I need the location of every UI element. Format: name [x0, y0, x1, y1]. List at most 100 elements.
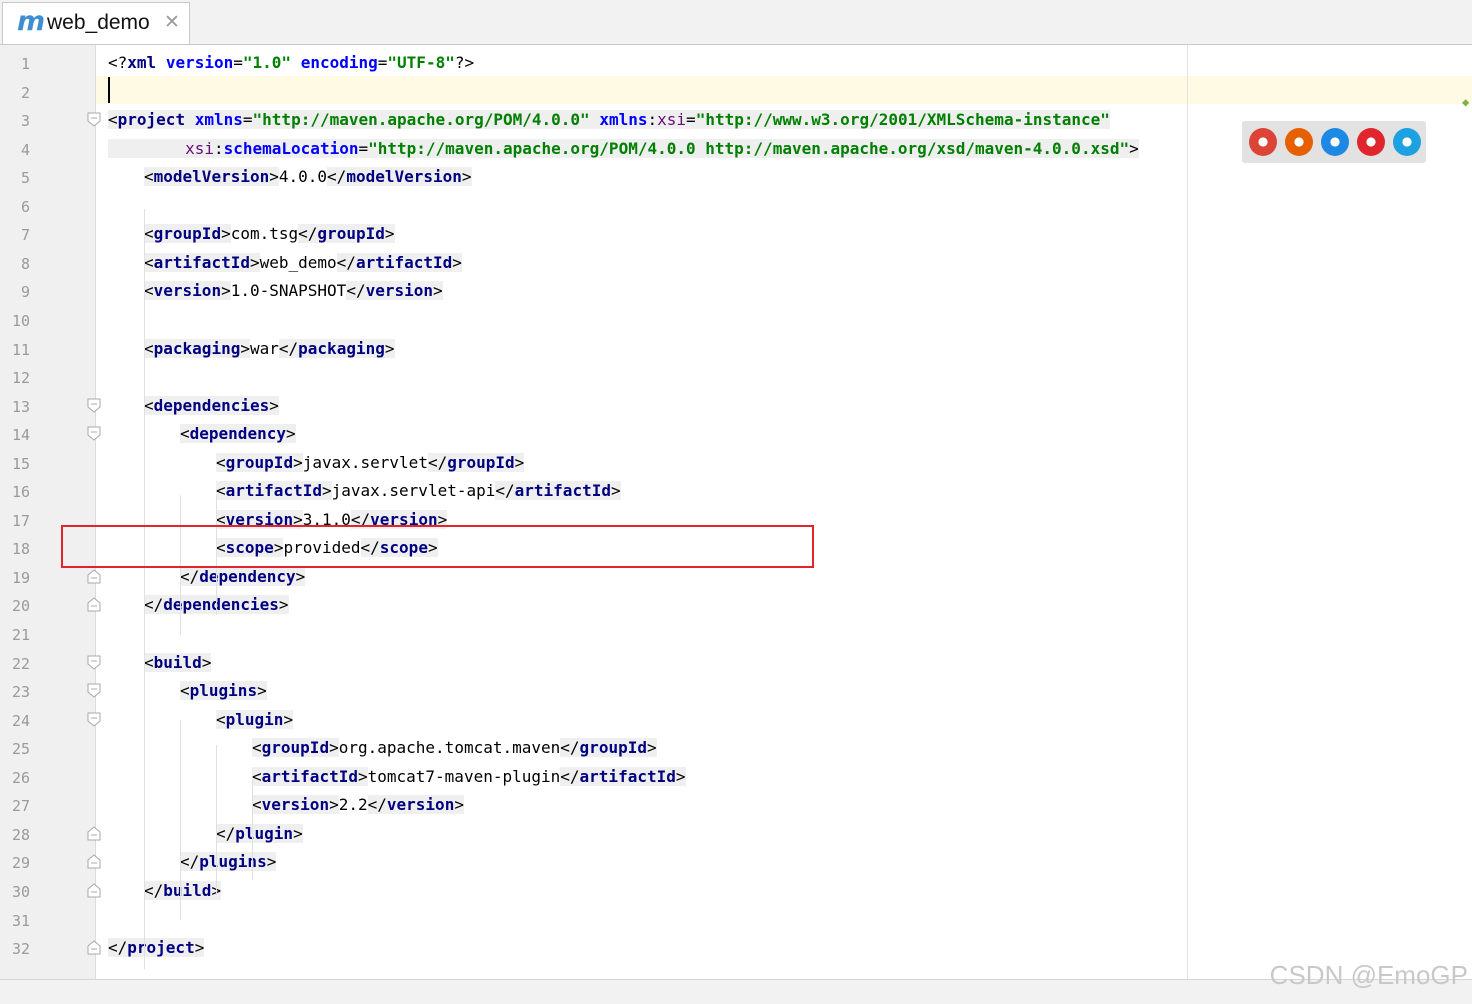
fold-collapse-icon[interactable]: [87, 655, 101, 670]
line-number: 2: [20, 83, 30, 102]
chrome-icon[interactable]: [1249, 128, 1277, 156]
browser-preview-bar: [1242, 121, 1426, 163]
code-line[interactable]: 20 </dependencies>: [0, 591, 1472, 619]
opera-icon[interactable]: [1357, 128, 1385, 156]
code-line[interactable]: 32 </project>: [0, 934, 1472, 962]
open-tag: <plugin>: [216, 709, 294, 729]
fold-collapse-icon[interactable]: [87, 683, 101, 698]
line-number: 29: [11, 854, 30, 873]
fold-end-icon[interactable]: [87, 826, 101, 841]
open-tag: <artifactId>: [252, 766, 368, 786]
close-tag: </modelVersion>: [327, 167, 472, 187]
fold-collapse-icon[interactable]: [87, 426, 101, 441]
watermark: CSDN @EmoGP: [1269, 960, 1468, 990]
code-line[interactable]: 9 <version>1.0-SNAPSHOT</version>: [0, 277, 1472, 305]
line-number: 22: [11, 654, 30, 673]
element-value: tomcat7-maven-plugin: [367, 766, 561, 786]
line-number: 10: [11, 311, 30, 330]
open-tag: <groupId>: [216, 452, 303, 472]
code-line[interactable]: 12: [0, 363, 1472, 391]
fold-end-icon[interactable]: [87, 569, 101, 584]
close-tag: </version>: [367, 795, 464, 815]
safari-icon[interactable]: [1321, 128, 1349, 156]
code-line[interactable]: 5 <modelVersion>4.0.0</modelVersion>: [0, 163, 1472, 191]
tag-name: plugin: [225, 709, 284, 729]
code-line[interactable]: 16 <artifactId>javax.servlet-api</artifac…: [0, 477, 1472, 505]
line-number: 26: [11, 768, 30, 787]
code-line[interactable]: 29 </plugins>: [0, 848, 1472, 876]
code-text: <packaging>war</packaging>: [144, 337, 395, 361]
tag-name: version: [386, 795, 455, 815]
tag-name: packaging: [153, 338, 241, 358]
tag-name: groupId: [261, 738, 330, 758]
close-tag: </groupId>: [560, 738, 657, 758]
fold-collapse-icon[interactable]: [87, 398, 101, 413]
code-line[interactable]: 2: [0, 78, 1472, 106]
code-line[interactable]: 27 <version>2.2</version>: [0, 791, 1472, 819]
open-tag: <artifactId>: [216, 481, 332, 501]
code-line[interactable]: 6: [0, 192, 1472, 220]
tag-name: artifactId: [579, 766, 676, 786]
line-number: 31: [11, 911, 30, 930]
code-line[interactable]: 13 <dependencies>: [0, 392, 1472, 420]
code-line[interactable]: 7 <groupId>com.tsg</groupId>: [0, 220, 1472, 248]
element-value: web_demo: [259, 252, 337, 272]
text-caret: [108, 77, 110, 103]
tag-name: artifactId: [355, 252, 453, 272]
fold-collapse-icon[interactable]: [87, 712, 101, 727]
code-line[interactable]: 26 <artifactId>tomcat7-maven-plugin</arti…: [0, 763, 1472, 791]
code-line[interactable]: 11 <packaging>war</packaging>: [0, 335, 1472, 363]
code-line[interactable]: 8 <artifactId>web_demo</artifactId>: [0, 249, 1472, 277]
tag-name: artifactId: [225, 481, 322, 501]
tag-name: plugins: [189, 681, 258, 701]
code-line[interactable]: 31: [0, 906, 1472, 934]
fold-end-icon[interactable]: [87, 883, 101, 898]
close-tag: </build>: [144, 880, 222, 900]
fold-end-icon[interactable]: [87, 597, 101, 612]
tag-name: groupId: [447, 452, 515, 472]
tab-web-demo[interactable]: m web_demo ✕: [2, 2, 190, 44]
line-number: 20: [11, 597, 30, 616]
tag-name: artifactId: [514, 481, 611, 501]
indent-guide: [252, 780, 253, 880]
line-number: 23: [11, 683, 30, 702]
tag-name: build: [163, 880, 212, 900]
code-line[interactable]: 1 <?xml version="1.0" encoding="UTF-8"?>: [0, 49, 1472, 77]
code-line[interactable]: 25 <groupId>org.apache.tomcat.maven</grou…: [0, 734, 1472, 762]
open-tag: <groupId>: [144, 224, 231, 244]
close-tag: </plugin>: [216, 823, 303, 843]
code-line[interactable]: 15 <groupId>javax.servlet</groupId>: [0, 449, 1472, 477]
ie-icon[interactable]: [1393, 128, 1421, 156]
open-tag: <version>: [252, 795, 339, 815]
code-line[interactable]: 23 <plugins>: [0, 677, 1472, 705]
code-line[interactable]: 21: [0, 620, 1472, 648]
code-line[interactable]: 22 <build>: [0, 649, 1472, 677]
code-text: <project xmlns="http://maven.apache.org/…: [108, 110, 1110, 130]
code-line[interactable]: 28 </plugin>: [0, 820, 1472, 848]
open-tag: <dependencies>: [144, 395, 279, 415]
open-tag: <groupId>: [252, 738, 339, 758]
code-text: <groupId>org.apache.tomcat.maven</groupI…: [252, 736, 657, 760]
line-number: 12: [11, 369, 30, 388]
code-line[interactable]: 14 <dependency>: [0, 420, 1472, 448]
line-number: 30: [11, 882, 30, 901]
code-text: <dependencies>: [144, 394, 279, 418]
fold-end-icon[interactable]: [87, 854, 101, 869]
code-text: </dependency>: [180, 565, 306, 589]
code-line[interactable]: 24 <plugin>: [0, 706, 1472, 734]
maven-m-icon: m: [17, 6, 46, 37]
firefox-icon[interactable]: [1285, 128, 1313, 156]
code-text: <artifactId>javax.servlet-api</artifactI…: [216, 479, 621, 503]
fold-collapse-icon[interactable]: [87, 112, 101, 127]
open-tag: <build>: [144, 652, 212, 672]
open-tag: <packaging>: [144, 338, 250, 358]
tab-title: web_demo: [47, 11, 150, 34]
fold-end-icon[interactable]: [87, 940, 101, 955]
code-line[interactable]: 10: [0, 306, 1472, 334]
code-editor[interactable]: 1 <?xml version="1.0" encoding="UTF-8"?> 2…: [0, 45, 1472, 979]
close-tag: </version>: [346, 281, 443, 301]
code-line[interactable]: 30 </build>: [0, 877, 1472, 905]
tag-name: project: [127, 938, 195, 958]
close-icon[interactable]: ✕: [164, 11, 180, 33]
open-tag: <artifactId>: [144, 252, 260, 272]
